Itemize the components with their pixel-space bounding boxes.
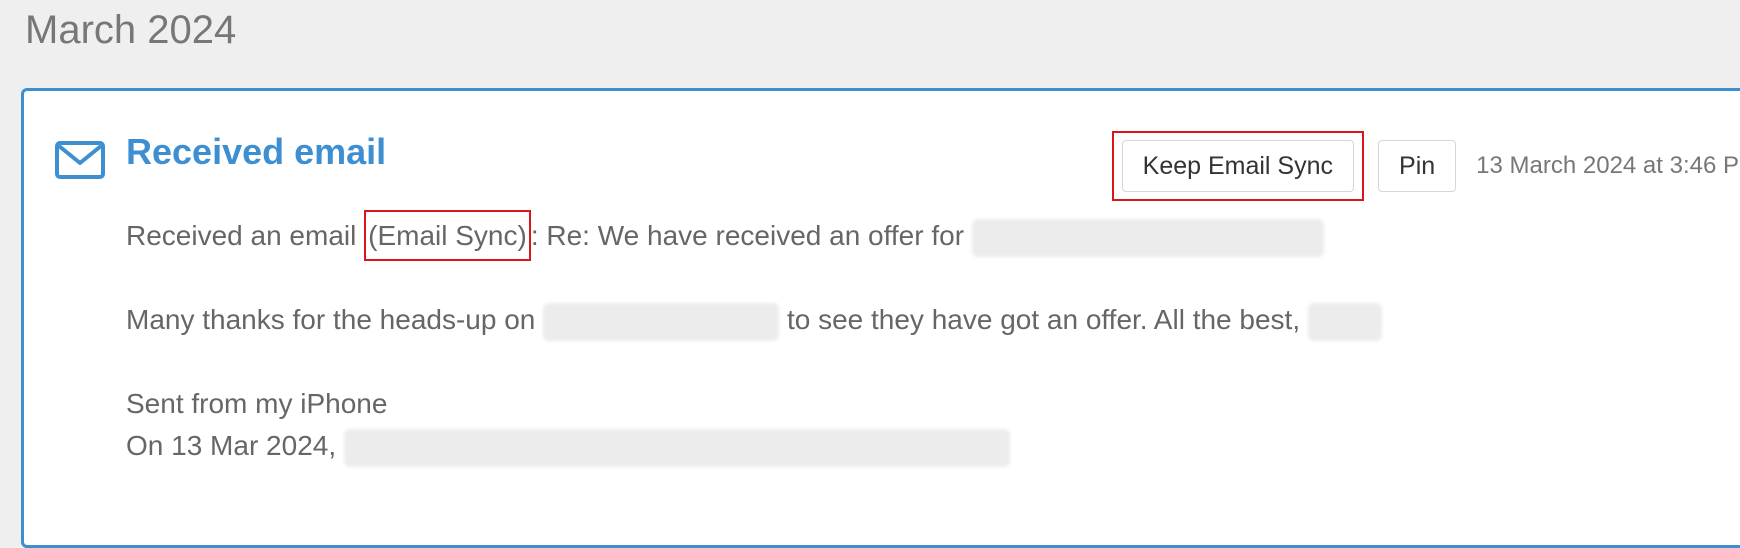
pin-button[interactable]: Pin (1378, 140, 1457, 192)
redacted-sender (343, 428, 1010, 467)
activity-title: Received email (126, 131, 387, 172)
email-sync-tag: (Email Sync) (364, 210, 531, 261)
email-subject-line: Received an email (Email Sync): Re: We h… (126, 210, 1740, 261)
email-footer-line: Sent from my iPhone (126, 388, 388, 419)
email-message-line: Many thanks for the heads-up on to see t… (126, 299, 1740, 341)
subject-prefix: Received an email (126, 220, 365, 251)
keep-email-sync-button[interactable]: Keep Email Sync (1121, 140, 1355, 192)
email-body: Received an email (Email Sync): Re: We h… (126, 210, 1740, 467)
message-middle: to see they have got an offer. All the b… (786, 304, 1301, 335)
redacted-property (543, 302, 780, 341)
message-prefix: Many thanks for the heads-up on (126, 304, 536, 335)
mail-icon (55, 141, 105, 179)
keep-sync-highlight: Keep Email Sync (1111, 131, 1365, 201)
redacted-address (971, 218, 1324, 257)
activity-actions: Keep Email Sync Pin 13 March 2024 at 3:4… (1111, 131, 1740, 201)
quote-prefix: On 13 Mar 2024, (126, 430, 337, 461)
activity-card: Received email Keep Email Sync Pin 13 Ma… (21, 88, 1740, 548)
month-heading: March 2024 (25, 8, 237, 52)
activity-timestamp: 13 March 2024 at 3:46 PM (1476, 152, 1740, 179)
email-quote-line: On 13 Mar 2024, (126, 425, 1740, 467)
subject-text: : Re: We have received an offer for (530, 220, 965, 251)
redacted-signature (1307, 302, 1382, 341)
